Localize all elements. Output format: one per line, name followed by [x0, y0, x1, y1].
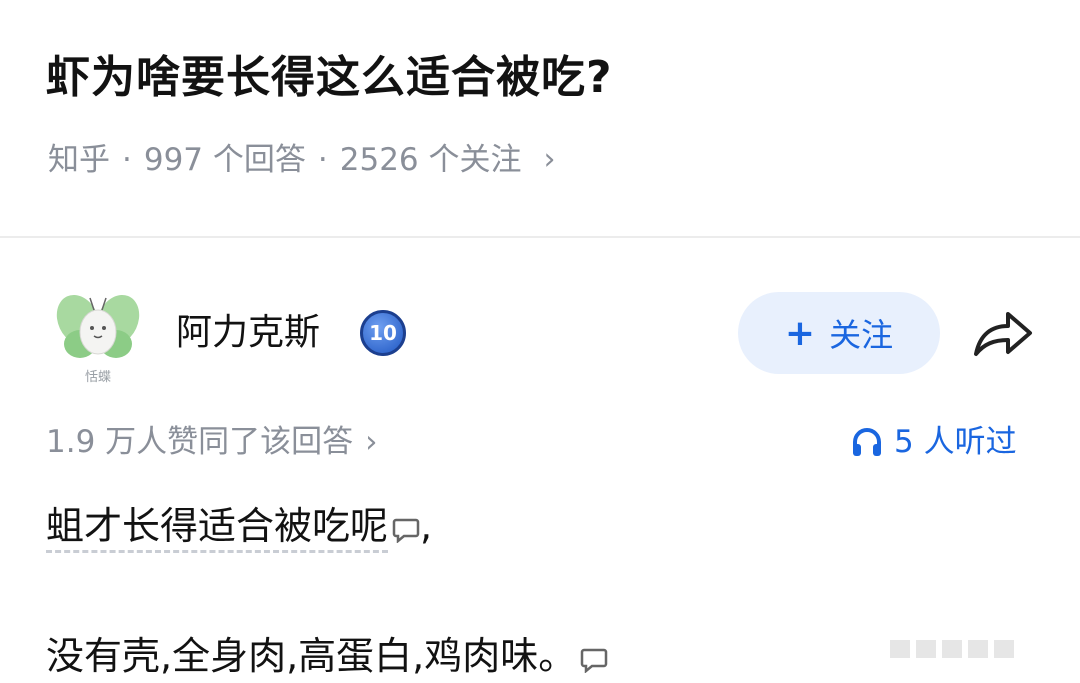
author-name[interactable]: 阿力克斯 [176, 308, 320, 358]
answer-paragraph: 没有壳,全身肉,高蛋白,鸡肉味。 [46, 628, 608, 683]
answer-punctuation: , [420, 504, 433, 548]
chevron-right-icon: › [365, 424, 378, 460]
follow-label: 关注 [829, 316, 894, 354]
listen-count[interactable]: 5 人听过 [850, 420, 1017, 464]
avatar[interactable]: 恬蝶 [52, 288, 144, 388]
vote-summary[interactable]: 1.9 万人赞同了该回答 › [46, 420, 378, 464]
chevron-right-icon: › [543, 142, 556, 177]
question-title[interactable]: 虾为啥要长得这么适合被吃? [46, 48, 613, 108]
listen-label: 5 人听过 [894, 424, 1017, 460]
question-meta[interactable]: 知乎 · 997 个回答 · 2526 个关注 › [48, 138, 556, 182]
meta-separator: · [122, 142, 132, 178]
divider [0, 236, 1080, 238]
share-arrow-icon[interactable] [970, 308, 1034, 360]
meta-separator: · [317, 142, 328, 178]
zhihu-answer-page: 虾为啥要长得这么适合被吃? 知乎 · 997 个回答 · 2526 个关注 › … [0, 0, 1080, 683]
comment-bubble-icon[interactable] [580, 647, 608, 673]
plus-icon: + [784, 312, 816, 354]
avatar-caption: 恬蝶 [84, 370, 111, 385]
avatar-icon [56, 294, 140, 358]
source-label: 知乎 [48, 142, 110, 178]
follower-count: 2526 个关注 [339, 142, 522, 178]
follow-button[interactable]: + 关注 [738, 292, 940, 374]
answer-paragraph: 蛆才长得适合被吃呢, [46, 498, 432, 554]
level-badge[interactable]: 10 [360, 310, 406, 356]
vote-count: 1.9 万人赞同了该回答 [46, 424, 354, 460]
headphones-icon [853, 428, 881, 456]
comment-bubble-icon[interactable] [392, 517, 420, 543]
answer-count: 997 个回答 [143, 142, 306, 178]
answer-text: 没有壳,全身肉,高蛋白,鸡肉味。 [46, 634, 577, 678]
answer-highlight[interactable]: 蛆才长得适合被吃呢 [46, 504, 389, 553]
watermark [890, 640, 1040, 662]
